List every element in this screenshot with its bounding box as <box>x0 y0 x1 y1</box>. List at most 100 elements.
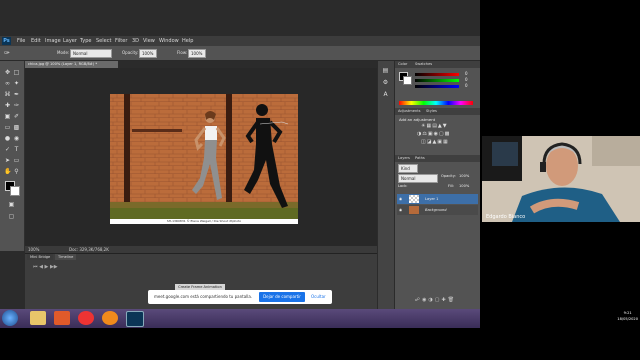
system-clock[interactable]: 9:21 18/05/2020 <box>617 310 638 322</box>
hide-button[interactable]: Ocultar <box>311 290 326 304</box>
color-panel-header: Color Swatches <box>395 61 480 68</box>
tab-styles[interactable]: Styles <box>426 108 437 115</box>
menu-view[interactable]: View <box>143 36 155 46</box>
move-tool-icon[interactable]: ✥ <box>4 69 11 76</box>
chrome-icon[interactable] <box>78 311 94 325</box>
doc-size: Doc: 329,3K/768,2K <box>69 247 109 252</box>
adjustment-icons-row-1[interactable]: ☀▦▤▲▼ <box>421 123 448 129</box>
visibility-eye-icon[interactable]: ◉ <box>399 194 402 204</box>
stop-sharing-button[interactable]: Dejar de compartir <box>259 292 305 302</box>
tab-adjustments[interactable]: Adjustments <box>398 108 421 115</box>
adjustment-icons-row-3[interactable]: ◫◪▲▣▦ <box>421 139 449 145</box>
menu-file[interactable]: File <box>17 36 25 46</box>
tab-paths[interactable]: Paths <box>415 155 425 162</box>
layer-name[interactable]: Layer 1 <box>425 194 438 204</box>
panel-dock: ▤ ⚙ A <box>378 61 394 311</box>
screen-mode-icon[interactable]: ▢ <box>8 213 15 220</box>
history-panel-icon[interactable]: ▤ <box>382 67 389 74</box>
photoshop-logo: Ps <box>2 37 11 45</box>
tab-swatches[interactable]: Swatches <box>415 61 432 68</box>
menu-type[interactable]: Type <box>80 36 91 46</box>
tab-color[interactable]: Color <box>398 61 407 68</box>
media-player-icon[interactable] <box>54 311 70 325</box>
lasso-tool-icon[interactable]: ∞ <box>4 80 11 87</box>
zoom-level[interactable]: 100% <box>28 246 39 253</box>
history-brush-icon[interactable]: ✐ <box>13 113 20 120</box>
adjustments-hint: Add an adjustment <box>399 117 436 122</box>
menu-image[interactable]: Image <box>45 36 61 46</box>
meet-sidebar <box>480 0 640 136</box>
layer-row[interactable]: ◉ Layer 1 <box>397 194 478 204</box>
opacity-field[interactable]: 100% <box>139 49 157 58</box>
red-slider[interactable] <box>415 73 459 76</box>
layer-row[interactable]: ◉ Background <box>397 205 478 215</box>
mode-select[interactable]: Normal <box>70 49 112 58</box>
menu-filter[interactable]: Filter <box>115 36 127 46</box>
layer-fill-value[interactable]: 100% <box>459 184 469 188</box>
layers-panel-header: Layers Paths <box>395 155 480 162</box>
pen-tool-icon[interactable]: ✓ <box>4 146 11 153</box>
clock-date: 18/05/2020 <box>617 317 638 321</box>
green-slider[interactable] <box>415 79 459 82</box>
brush-preset-icon[interactable]: ✑ <box>4 46 10 60</box>
hand-tool-icon[interactable]: ✋ <box>4 168 11 175</box>
menu-help[interactable]: Help <box>182 36 193 46</box>
quick-mask-icon[interactable]: ▣ <box>8 201 15 208</box>
flow-field[interactable]: 100% <box>188 49 206 58</box>
green-value[interactable]: 0 <box>465 77 468 82</box>
menu-layer[interactable]: Layer <box>63 36 77 46</box>
menu-3d[interactable]: 3D <box>132 36 139 46</box>
layer-filter-kind[interactable]: Kind <box>398 164 418 173</box>
zoom-tool-icon[interactable]: ⚲ <box>13 168 20 175</box>
shape-tool-icon[interactable]: ▭ <box>13 157 20 164</box>
background-color-swatch[interactable] <box>10 186 20 196</box>
eraser-tool-icon[interactable]: ▭ <box>4 124 11 131</box>
brush-tool-icon[interactable]: ✑ <box>13 102 20 109</box>
menu-window[interactable]: Window <box>159 36 179 46</box>
marquee-tool-icon[interactable]: □ <box>13 69 20 76</box>
participant-video[interactable] <box>482 136 640 222</box>
layer-name[interactable]: Background <box>425 205 447 215</box>
adjustment-icons-row-2[interactable]: ◑⚖▣◉▢▩ <box>417 131 450 137</box>
gradient-tool-icon[interactable]: ▩ <box>13 124 20 131</box>
playback-controls-icon[interactable]: ⏮ ◀ ▶ ▶▶ <box>33 264 58 270</box>
firefox-icon[interactable] <box>102 311 118 325</box>
layer-blend-mode[interactable]: Normal <box>398 174 438 183</box>
blue-value[interactable]: 0 <box>465 83 468 88</box>
adjustments-panel-header: Adjustments Styles <box>395 108 480 115</box>
layer-opacity-value[interactable]: 100% <box>459 174 469 178</box>
color-ramp[interactable] <box>399 101 473 105</box>
document-tab[interactable]: chica.jpg @ 100% (Layer 1, RGB/8#) * <box>25 61 118 68</box>
layer-fill-label: Fill: <box>448 184 455 188</box>
menu-edit[interactable]: Edit <box>31 36 41 46</box>
start-button[interactable] <box>2 310 18 326</box>
quick-select-tool-icon[interactable]: ✦ <box>13 80 20 87</box>
flow-label: Flow: <box>177 50 188 55</box>
layer-thumbnail <box>409 206 419 214</box>
path-select-tool-icon[interactable]: ➤ <box>4 157 11 164</box>
properties-panel-icon[interactable]: ⚙ <box>382 79 389 86</box>
visibility-eye-icon[interactable]: ◉ <box>399 205 402 215</box>
tab-layers[interactable]: Layers <box>398 155 410 162</box>
tools-panel: ✥ □ ∞ ✦ ⌘ ✒ ✚ ✑ ▣ ✐ ▭ ▩ ● ◉ ✓ T ➤ ▭ ✋ ⚲ … <box>0 61 25 251</box>
layer-actions-icons[interactable]: ☍◉◑▢✚🗑 <box>415 297 456 303</box>
screen-share-notification: meet.google.com está compartiendo tu pan… <box>148 290 332 304</box>
red-value[interactable]: 0 <box>465 71 468 76</box>
photo-caption: SH-13R0831 © Elena Weigell / Die Shout X… <box>110 219 298 224</box>
color-background-swatch[interactable] <box>403 76 412 85</box>
dodge-tool-icon[interactable]: ◉ <box>13 135 20 142</box>
type-tool-icon[interactable]: T <box>13 146 20 153</box>
blur-tool-icon[interactable]: ● <box>4 135 11 142</box>
photoshop-taskbar-icon[interactable] <box>126 311 144 327</box>
tab-mini-bridge[interactable]: Mini Bridge <box>27 254 54 260</box>
file-explorer-icon[interactable] <box>30 311 46 325</box>
tab-timeline[interactable]: Timeline <box>55 254 77 260</box>
healing-tool-icon[interactable]: ✚ <box>4 102 11 109</box>
blue-slider[interactable] <box>415 85 459 88</box>
stamp-tool-icon[interactable]: ▣ <box>4 113 11 120</box>
menu-select[interactable]: Select <box>96 36 111 46</box>
runner-photo[interactable] <box>110 94 298 219</box>
eyedropper-tool-icon[interactable]: ✒ <box>13 91 20 98</box>
character-panel-icon[interactable]: A <box>382 91 389 98</box>
crop-tool-icon[interactable]: ⌘ <box>4 91 11 98</box>
